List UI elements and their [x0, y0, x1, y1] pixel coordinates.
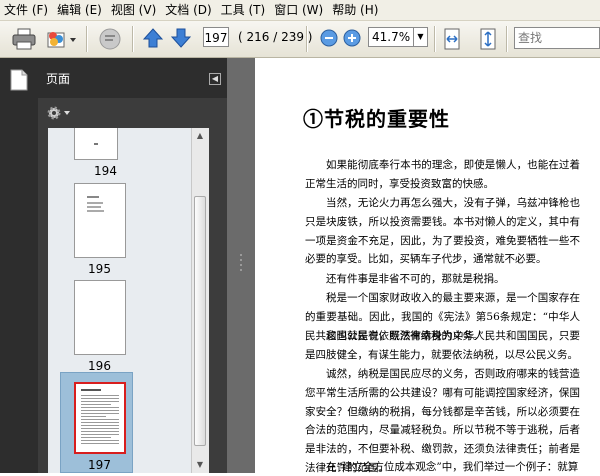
menu-edit[interactable]: 编辑 (E) — [53, 0, 107, 20]
page-count: ( 216 / 239 ) — [238, 30, 313, 44]
pages-panel-header: 页面 ◀ — [38, 58, 227, 98]
paragraph-3: 还有件事是非省不可的，那就是税捐。 — [326, 273, 505, 285]
page-number-196: 196 — [88, 359, 111, 373]
scroll-down-icon[interactable]: ▼ — [194, 459, 206, 471]
next-page-icon[interactable] — [170, 26, 192, 50]
scrollbar-thumb[interactable] — [194, 196, 206, 446]
print-icon[interactable] — [10, 25, 38, 53]
page-thumbnail-197[interactable] — [74, 382, 126, 454]
page-thumbnail-196[interactable] — [74, 280, 126, 355]
menu-tools[interactable]: 工具 (T) — [217, 0, 271, 20]
menu-bar: 文件 (F) 编辑 (E) 视图 (V) 文档 (D) 工具 (T) 窗口 (W… — [0, 0, 600, 21]
menu-document[interactable]: 文档 (D) — [161, 0, 216, 20]
zoom-input[interactable]: 41.7% — [368, 27, 414, 47]
page-thumbnail-195[interactable] — [74, 183, 126, 258]
thumbnail-scrollbar[interactable]: ▲ ▼ — [191, 128, 209, 473]
panel-splitter[interactable] — [227, 58, 255, 473]
pages-panel-title: 页面 — [46, 72, 71, 86]
zoom-out-icon[interactable] — [320, 29, 338, 47]
paragraph-7: 在“建立全方位成本观念”中，我们举过一个例子：就算 — [326, 461, 579, 473]
search-input[interactable]: 查找 — [514, 27, 600, 49]
share-icon[interactable] — [44, 25, 78, 53]
document-page[interactable]: ①节税的重要性 如果能彻底奉行本书的理念，即使是懒人，也能在过着正常生活的同时，… — [255, 58, 600, 473]
comment-icon[interactable] — [96, 25, 124, 53]
zoom-in-icon[interactable] — [343, 29, 361, 47]
gear-icon[interactable] — [46, 105, 72, 124]
zoom-dropdown-icon[interactable]: ▼ — [414, 27, 428, 47]
toolbar: 197 ( 216 / 239 ) 41.7% ▼ 查找 — [0, 21, 600, 58]
pages-panel: 页面 ◀ 194 195 196 197 ▲ ▼ — [38, 58, 227, 473]
thumbnail-list[interactable]: 194 195 196 197 — [48, 128, 191, 473]
paragraph-1: 如果能彻底奉行本书的理念，即使是懒人，也能在过着正常生活的同时，享受投资致富的快… — [305, 159, 580, 190]
fit-page-icon[interactable] — [477, 27, 499, 51]
paragraph-2: 当然，无论火力再怎么强大，没有子弹，乌兹冲锋枪也只是块废铁，所以投资需要钱。本书… — [305, 197, 580, 266]
collapse-panel-icon[interactable]: ◀ — [209, 73, 221, 85]
menu-view[interactable]: 视图 (V) — [107, 0, 161, 20]
pages-panel-icon[interactable] — [8, 68, 30, 92]
paragraph-5: 这也就是说，既然有幸身为中华人民共和国国民，只要是四肢健全，有谋生能力，就要依法… — [305, 330, 580, 361]
fit-width-icon[interactable] — [441, 27, 463, 51]
menu-window[interactable]: 窗口 (W) — [270, 0, 328, 20]
page-number-input[interactable]: 197 — [203, 27, 229, 47]
panel-options-bar — [38, 98, 227, 128]
section-title: ①节税的重要性 — [303, 107, 450, 131]
page-number-197: 197 — [88, 458, 111, 472]
navigation-rail — [0, 58, 38, 473]
page-number-195: 195 — [88, 262, 111, 276]
previous-page-icon[interactable] — [142, 26, 164, 50]
menu-file[interactable]: 文件 (F) — [0, 0, 53, 20]
page-thumbnail-194[interactable] — [74, 128, 118, 160]
paragraph-6: 诚然，纳税是国民应尽的义务，否则政府哪来的钱营造您平常生活所需的公共建设？哪有可… — [305, 368, 580, 473]
menu-help[interactable]: 帮助 (H) — [328, 0, 383, 20]
scroll-up-icon[interactable]: ▲ — [194, 130, 206, 142]
page-number-194: 194 — [94, 164, 117, 178]
